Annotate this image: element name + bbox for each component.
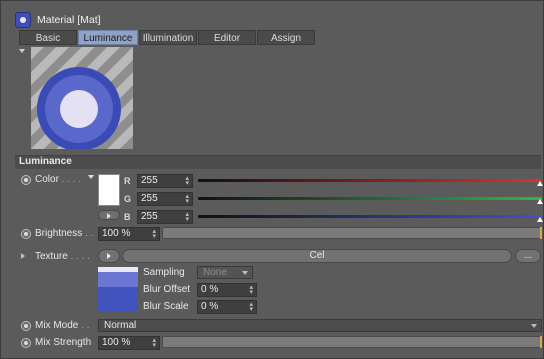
mix-strength-field[interactable]: 100 % ▴ ▾ [98, 336, 160, 350]
channel-g-slider[interactable] [198, 197, 542, 200]
mix-mode-value: Normal [104, 320, 137, 331]
section-header [15, 155, 541, 169]
blur-scale-field[interactable]: 0 % ▴ ▾ [197, 300, 257, 314]
channel-g-value: 255 [141, 193, 158, 204]
channel-r-slider[interactable] [198, 179, 542, 182]
sampling-dropdown[interactable]: None [197, 266, 253, 279]
brightness-value: 100 % [102, 228, 131, 239]
texture-shader-button[interactable]: Cel [122, 249, 512, 263]
color-swatch[interactable] [98, 174, 120, 206]
blur-scale-label: Blur Scale [143, 301, 189, 312]
texture-expand-arrow-icon[interactable] [21, 253, 25, 259]
brightness-slider-handle[interactable] [540, 227, 542, 239]
channel-g-spinner-icon[interactable]: ▴ ▾ [185, 193, 189, 205]
mix-strength-spinner-icon[interactable]: ▴ ▾ [152, 337, 156, 349]
texture-thumbnail[interactable] [98, 267, 138, 311]
color-label: Color . . . . [35, 174, 81, 185]
channel-r-slider-handle-icon[interactable] [537, 181, 543, 186]
color-label-text: Color [35, 174, 59, 185]
tab-illumination[interactable]: Illumination [139, 30, 197, 45]
color-label-dots: . . . . [58, 174, 82, 185]
texture-label-dots: . . . . [67, 251, 91, 262]
sampling-value: None [203, 267, 227, 278]
color-animate-radio-icon[interactable] [21, 175, 31, 185]
sampling-caret-icon [242, 271, 248, 275]
material-icon [15, 12, 31, 28]
channel-r-spinner-icon[interactable]: ▴ ▾ [185, 175, 189, 187]
texture-label: Texture . . . . [35, 251, 90, 262]
brightness-label: Brightness . . [35, 228, 93, 239]
channel-g-field[interactable]: 255 ▴ ▾ [137, 192, 193, 206]
blur-offset-label: Blur Offset [143, 284, 191, 295]
mix-mode-dropdown[interactable]: Normal [98, 319, 542, 332]
blur-scale-value: 0 % [201, 301, 219, 312]
preview-collapse-arrow-icon[interactable] [19, 49, 25, 53]
channel-g-label: G [124, 194, 132, 204]
channel-r-field[interactable]: 255 ▴ ▾ [137, 174, 193, 188]
channel-b-slider-handle-icon[interactable] [537, 217, 543, 222]
mix-strength-label: Mix Strength [35, 337, 92, 348]
channel-b-field[interactable]: 255 ▴ ▾ [137, 210, 193, 224]
mix-strength-slider-handle[interactable] [540, 336, 542, 348]
brightness-label-text: Brightness [35, 228, 83, 239]
brightness-spinner-icon[interactable]: ▴ ▾ [152, 228, 156, 240]
brightness-label-dots: . . [82, 228, 94, 239]
channel-b-value: 255 [141, 211, 158, 222]
preview-sphere-highlight [60, 90, 98, 128]
blur-offset-spinner-icon[interactable]: ▴ ▾ [249, 284, 253, 296]
texture-label-text: Texture [35, 251, 68, 262]
sampling-label: Sampling [143, 267, 185, 278]
channel-r-label: R [124, 176, 131, 186]
brightness-animate-radio-icon[interactable] [21, 229, 31, 239]
brightness-field[interactable]: 100 % ▴ ▾ [98, 227, 160, 241]
blur-offset-value: 0 % [201, 284, 219, 295]
texture-band-mid [98, 272, 138, 287]
texture-more-button[interactable]: ... [515, 249, 541, 263]
color-options-button[interactable] [98, 210, 120, 220]
material-title: Material [Mat] [37, 14, 101, 26]
mix-mode-caret-icon [531, 324, 537, 328]
mix-mode-label: Mix Mode . . [35, 320, 89, 331]
section-title: Luminance [19, 156, 72, 167]
brightness-slider[interactable] [162, 227, 542, 239]
tab-basic[interactable]: Basic [19, 30, 77, 45]
texture-band-dark [98, 287, 138, 311]
tab-bar: Basic Luminance Illumination Editor Assi… [19, 30, 315, 45]
mix-mode-label-text: Mix Mode [35, 320, 79, 331]
mix-strength-slider[interactable] [162, 336, 542, 348]
tab-luminance[interactable]: Luminance [78, 30, 138, 45]
channel-g-slider-handle-icon[interactable] [537, 199, 543, 204]
channel-b-slider[interactable] [198, 215, 542, 218]
title-bar: Material [Mat] [15, 11, 101, 29]
blur-scale-spinner-icon[interactable]: ▴ ▾ [249, 301, 253, 313]
mix-mode-label-dots: . . [78, 320, 90, 331]
material-preview[interactable] [31, 47, 133, 149]
tab-editor[interactable]: Editor [198, 30, 256, 45]
texture-menu-button[interactable] [98, 249, 120, 263]
tab-assign[interactable]: Assign [257, 30, 315, 45]
channel-b-label: B [124, 212, 131, 222]
channel-r-value: 255 [141, 175, 158, 186]
mix-mode-animate-radio-icon[interactable] [21, 321, 31, 331]
attribute-manager-panel: Material [Mat] Basic Luminance Illuminat… [0, 0, 544, 359]
color-picker-arrow-icon[interactable] [88, 175, 94, 179]
mix-strength-animate-radio-icon[interactable] [21, 338, 31, 348]
blur-offset-field[interactable]: 0 % ▴ ▾ [197, 283, 257, 297]
channel-b-spinner-icon[interactable]: ▴ ▾ [185, 211, 189, 223]
mix-strength-value: 100 % [102, 337, 131, 348]
